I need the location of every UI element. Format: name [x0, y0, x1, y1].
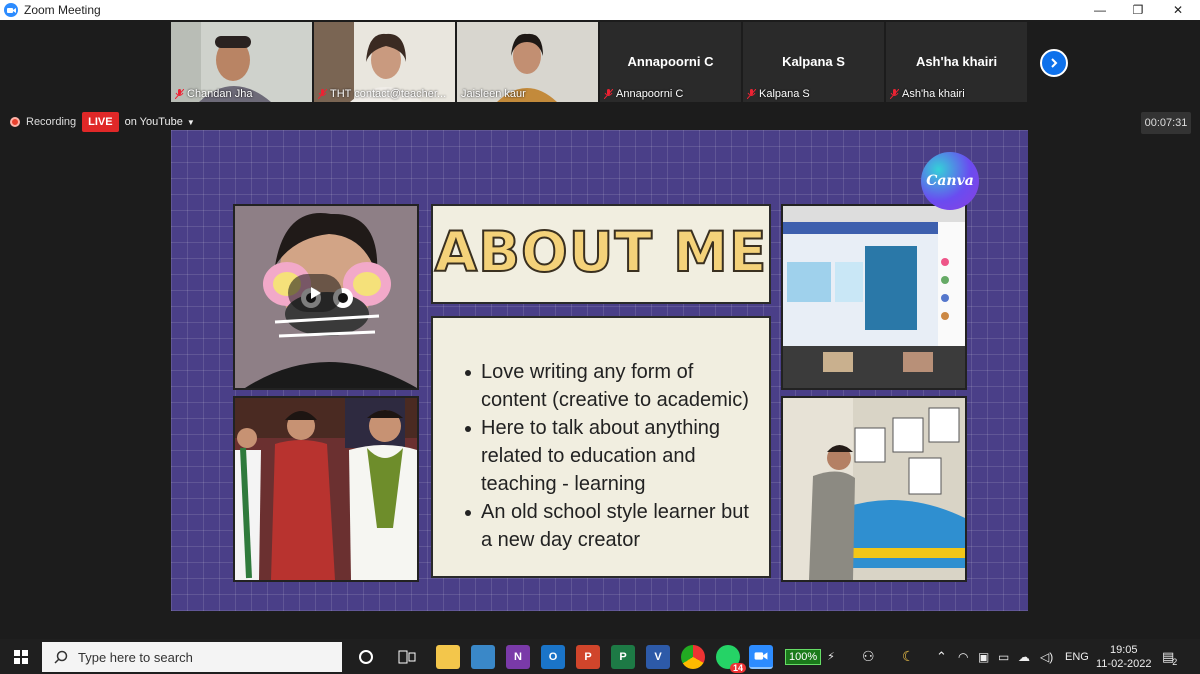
participant-name: Ash'ha khairi	[889, 88, 965, 100]
participant-tile[interactable]: Kalpana S Kalpana S	[743, 22, 884, 102]
restore-button[interactable]: ❐	[1118, 0, 1158, 20]
windows-start-icon[interactable]	[9, 645, 33, 669]
title-bar: Zoom Meeting — ❐ ✕	[0, 0, 1200, 20]
muted-mic-icon	[317, 88, 328, 100]
play-icon	[311, 287, 321, 299]
battery-indicator[interactable]: 100% ⚡	[785, 639, 835, 674]
clock-date: 11-02-2022	[1096, 657, 1152, 670]
next-page-button[interactable]	[1040, 49, 1068, 77]
recording-icon	[10, 117, 20, 127]
bullet-item: An old school style learner but a new da…	[465, 498, 759, 554]
online-class-screenshot	[781, 204, 967, 390]
taskbar-search-box[interactable]: Type here to search	[42, 642, 342, 672]
participant-tile[interactable]: Ash'ha khairi Ash'ha khairi	[886, 22, 1027, 102]
bulletin-board-photo	[781, 396, 967, 582]
device-icon[interactable]: ▣	[978, 639, 989, 674]
battery-icon[interactable]: ▭	[998, 639, 1009, 674]
participant-name: Jaisleen kaur	[461, 88, 526, 100]
whatsapp-icon[interactable]: 14	[716, 645, 746, 673]
people-icon[interactable]: ⚇	[862, 639, 875, 674]
outlook-icon[interactable]: O	[541, 645, 565, 669]
muted-mic-icon	[174, 88, 185, 100]
canva-badge: Canva	[921, 152, 979, 210]
cortana-icon[interactable]	[354, 645, 378, 669]
task-view-icon[interactable]	[395, 645, 419, 669]
chevron-up-icon[interactable]: ⌃	[936, 639, 947, 674]
shared-screen-slide: ABOUT ME Love writing any form of conten…	[171, 130, 1028, 611]
live-stream-dropdown[interactable]: on YouTube ▼	[125, 116, 195, 128]
participant-display-name: Annapoorni C	[627, 54, 714, 69]
slide-content-card: Love writing any form of content (creati…	[431, 316, 771, 578]
participant-name: Chandan Jha	[174, 88, 252, 100]
participant-tile[interactable]: Chandan Jha	[171, 22, 312, 102]
zoom-taskbar-icon[interactable]	[749, 645, 773, 669]
wifi-icon[interactable]: ◠	[958, 639, 968, 674]
close-button[interactable]: ✕	[1158, 0, 1198, 20]
participant-display-name: Ash'ha khairi	[915, 54, 998, 69]
language-indicator[interactable]: ENG	[1065, 639, 1089, 674]
participant-name: THT contact@teacher...	[317, 88, 446, 100]
notification-count: 2	[1172, 656, 1178, 667]
cloud-icon[interactable]: ☁	[1018, 639, 1030, 674]
muted-mic-icon	[746, 88, 757, 100]
participant-name: Kalpana S	[746, 88, 810, 100]
plug-icon: ⚡	[827, 651, 835, 663]
participant-name: Annapoorni C	[603, 88, 683, 100]
system-clock[interactable]: 19:05 11-02-2022	[1096, 639, 1151, 674]
meeting-timer: 00:07:31	[1141, 112, 1191, 134]
participant-tile[interactable]: Annapoorni C Annapoorni C	[600, 22, 741, 102]
bullet-item: Here to talk about anything related to e…	[465, 414, 759, 498]
recording-label: Recording	[26, 116, 77, 128]
zoom-logo-icon	[4, 3, 18, 17]
project-icon[interactable]: P	[611, 645, 635, 669]
participant-tile[interactable]: THT contact@teacher...	[314, 22, 455, 102]
slide-title-card: ABOUT ME	[431, 204, 771, 304]
participant-display-name: Kalpana S	[782, 54, 845, 69]
vpn-icon[interactable]: V	[646, 645, 670, 669]
recording-bar: Recording LIVE on YouTube ▼	[10, 112, 195, 132]
participant-strip: Chandan Jha THT contact@teacher... Jaisl…	[171, 22, 1027, 102]
slide-title: ABOUT ME	[434, 219, 768, 285]
play-video-button[interactable]	[288, 274, 342, 312]
group-photo	[233, 396, 419, 582]
live-badge: LIVE	[82, 112, 119, 132]
chrome-icon[interactable]	[681, 645, 705, 669]
window-title: Zoom Meeting	[24, 3, 101, 17]
clock-time: 19:05	[1109, 643, 1138, 656]
speaker-icon[interactable]: ◁)	[1040, 639, 1053, 674]
bullet-list: Love writing any form of content (creati…	[465, 358, 759, 554]
muted-mic-icon	[889, 88, 900, 100]
bullet-item: Love writing any form of content (creati…	[465, 358, 759, 414]
caret-down-icon: ▼	[186, 117, 195, 127]
file-explorer-icon[interactable]	[436, 645, 460, 669]
search-placeholder: Type here to search	[78, 649, 193, 665]
whatsapp-badge: 14	[729, 663, 746, 673]
search-icon	[54, 650, 68, 664]
notification-center-icon[interactable]: ▤ 2	[1162, 639, 1177, 674]
powerpoint-icon[interactable]: P	[576, 645, 600, 669]
onenote-icon[interactable]: N	[506, 645, 530, 669]
windows-taskbar: Type here to search N O P P V 14 100% ⚡ …	[0, 639, 1200, 674]
microsoft-store-icon[interactable]	[471, 645, 495, 669]
muted-mic-icon	[603, 88, 614, 100]
minimize-button[interactable]: —	[1080, 0, 1120, 20]
meeting-stage: Chandan Jha THT contact@teacher... Jaisl…	[0, 20, 1200, 639]
participant-tile-active-speaker[interactable]: Jaisleen kaur	[457, 22, 598, 102]
weather-icon[interactable]: ☾	[902, 639, 915, 674]
chevron-right-icon	[1051, 58, 1058, 68]
